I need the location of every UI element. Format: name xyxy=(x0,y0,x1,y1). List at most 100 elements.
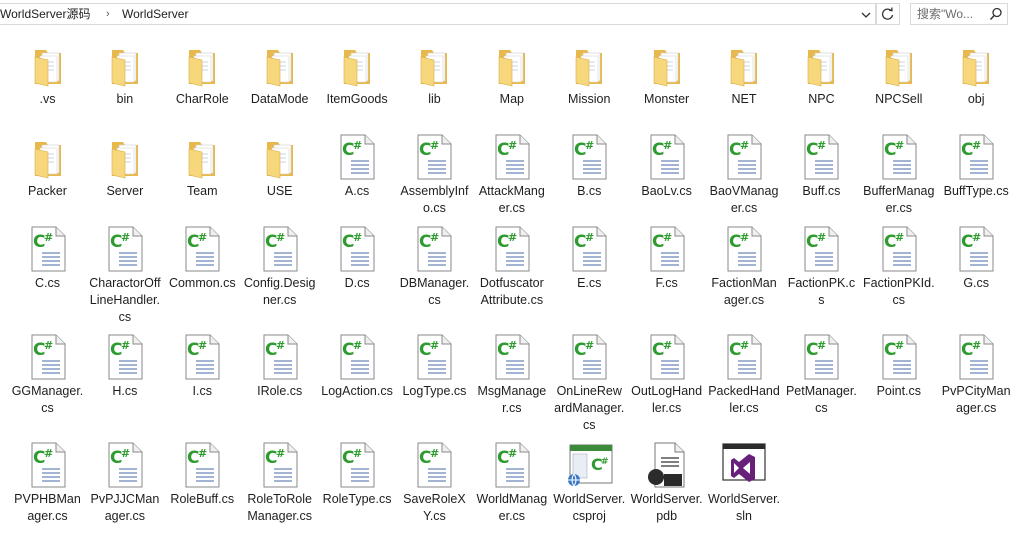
breadcrumb-item-current[interactable]: WorldServer xyxy=(122,7,188,21)
file-item[interactable]: C # PvPJJCManager.cs xyxy=(86,440,163,544)
file-item[interactable]: C # RoleBuff.cs xyxy=(164,440,241,544)
csharp-file-icon: C # xyxy=(333,132,381,180)
file-item[interactable]: C # AssemblyInfo.cs xyxy=(396,132,473,220)
pdb-file-icon xyxy=(643,440,691,488)
file-name-label: BaoLv.cs xyxy=(641,184,692,198)
file-item[interactable]: C # PackedHandler.cs xyxy=(706,332,783,436)
file-item[interactable]: C # FactionPK.cs xyxy=(783,224,860,328)
file-item[interactable]: C # MsgManager.cs xyxy=(473,332,550,436)
file-name-label: LogAction.cs xyxy=(321,384,393,398)
breadcrumb-separator[interactable]: › xyxy=(106,7,110,21)
file-name-label: Packer xyxy=(28,184,67,198)
svg-text:#: # xyxy=(585,339,594,352)
file-name-label: LogType.cs xyxy=(402,384,467,398)
csharp-file-icon: C # xyxy=(24,224,72,272)
folder-icon xyxy=(101,40,149,88)
file-item[interactable]: C # B.cs xyxy=(551,132,628,220)
folder-icon xyxy=(875,40,923,88)
file-item[interactable]: NET xyxy=(706,40,783,128)
file-item[interactable]: C # IRole.cs xyxy=(241,332,318,436)
address-bar[interactable]: WorldServer源码 › WorldServer xyxy=(0,3,876,25)
file-item[interactable]: C # BuffType.cs xyxy=(938,132,1012,220)
file-item[interactable]: C # Point.cs xyxy=(860,332,937,436)
search-icon[interactable] xyxy=(989,7,1003,21)
file-item[interactable]: C # BufferManager.cs xyxy=(860,132,937,220)
file-item[interactable]: C # FactionPKId.cs xyxy=(860,224,937,328)
file-name-label: RoleBuff.cs xyxy=(170,492,235,506)
file-name-label: bin xyxy=(116,92,134,106)
csharp-file-icon: C # xyxy=(101,332,149,380)
search-box[interactable] xyxy=(910,3,1008,25)
file-item[interactable]: C # A.cs xyxy=(319,132,396,220)
file-item[interactable]: C # I.cs xyxy=(164,332,241,436)
file-name-label: Monster xyxy=(644,92,690,106)
file-item[interactable]: Server xyxy=(86,132,163,220)
file-name-label: SaveRoleXY.cs xyxy=(403,492,466,523)
file-item[interactable]: C # LogAction.cs xyxy=(319,332,396,436)
file-item[interactable]: C # GGManager.cs xyxy=(9,332,86,436)
file-item[interactable]: CharRole xyxy=(164,40,241,128)
file-item[interactable]: Team xyxy=(164,132,241,220)
file-item[interactable]: C # AttackManger.cs xyxy=(473,132,550,220)
breadcrumb-item-root[interactable]: WorldServer源码 xyxy=(0,7,90,21)
file-item[interactable]: C # PVPHBManager.cs xyxy=(9,440,86,544)
file-item[interactable]: C # SaveRoleXY.cs xyxy=(396,440,473,544)
file-item[interactable]: C # BaoLv.cs xyxy=(628,132,705,220)
file-item[interactable]: C # WorldServer.csproj xyxy=(551,440,628,544)
file-item[interactable]: C # FactionManager.cs xyxy=(706,224,783,328)
file-item[interactable]: C # Buff.cs xyxy=(783,132,860,220)
svg-text:#: # xyxy=(972,339,981,352)
file-item[interactable]: C # PvPCityManager.cs xyxy=(938,332,1012,436)
file-item[interactable]: ItemGoods xyxy=(319,40,396,128)
file-item[interactable]: WorldServer.sln xyxy=(706,440,783,544)
file-item[interactable]: C # RoleToRoleManager.cs xyxy=(241,440,318,544)
file-item[interactable]: NPC xyxy=(783,40,860,128)
file-item[interactable]: lib xyxy=(396,40,473,128)
file-item[interactable]: C # Common.cs xyxy=(164,224,241,328)
svg-text:#: # xyxy=(508,447,517,460)
chevron-down-icon[interactable] xyxy=(858,7,874,23)
file-item[interactable]: C # DotfuscatorAttribute.cs xyxy=(473,224,550,328)
file-item[interactable]: WorldServer.pdb xyxy=(628,440,705,544)
file-item[interactable]: Packer xyxy=(9,132,86,220)
file-item[interactable]: C # BaoVManager.cs xyxy=(706,132,783,220)
file-item[interactable]: Monster xyxy=(628,40,705,128)
file-item[interactable]: C # D.cs xyxy=(319,224,396,328)
file-name-label: F.cs xyxy=(655,276,678,290)
file-item[interactable]: DataMode xyxy=(241,40,318,128)
file-item[interactable]: C # G.cs xyxy=(938,224,1012,328)
file-item[interactable]: Map xyxy=(473,40,550,128)
csharp-file-icon: C # xyxy=(565,332,613,380)
file-item[interactable]: C # Config.Designer.cs xyxy=(241,224,318,328)
file-name-label: A.cs xyxy=(344,184,370,198)
svg-text:#: # xyxy=(276,339,285,352)
file-item[interactable]: C # F.cs xyxy=(628,224,705,328)
file-item[interactable]: C # OutLogHandler.cs xyxy=(628,332,705,436)
refresh-button[interactable] xyxy=(876,3,900,25)
search-input[interactable] xyxy=(917,6,985,22)
csharp-file-icon: C # xyxy=(797,332,845,380)
file-item[interactable]: C # DBManager.cs xyxy=(396,224,473,328)
svg-text:#: # xyxy=(353,139,362,152)
file-item[interactable]: C # OnLineRewardManager.cs xyxy=(551,332,628,436)
csharp-file-icon: C # xyxy=(24,440,72,488)
file-name-label: PvPJJCManager.cs xyxy=(90,492,160,523)
file-item[interactable]: Mission xyxy=(551,40,628,128)
file-item[interactable]: C # H.cs xyxy=(86,332,163,436)
file-item[interactable]: .vs xyxy=(9,40,86,128)
file-item[interactable]: C # RoleType.cs xyxy=(319,440,396,544)
file-item[interactable]: C # E.cs xyxy=(551,224,628,328)
svg-text:#: # xyxy=(663,231,672,244)
file-item[interactable]: C # PetManager.cs xyxy=(783,332,860,436)
file-name-label: BuffType.cs xyxy=(943,184,1009,198)
file-item[interactable]: USE xyxy=(241,132,318,220)
file-item[interactable]: C # LogType.cs xyxy=(396,332,473,436)
file-item[interactable]: bin xyxy=(86,40,163,128)
file-item[interactable]: obj xyxy=(938,40,1012,128)
folder-icon xyxy=(256,40,304,88)
file-item[interactable]: C # CharactorOffLineHandler.cs xyxy=(86,224,163,328)
file-item[interactable]: C # WorldManager.cs xyxy=(473,440,550,544)
file-item[interactable]: NPCSell xyxy=(860,40,937,128)
file-item[interactable]: C # C.cs xyxy=(9,224,86,328)
svg-text:#: # xyxy=(198,339,207,352)
